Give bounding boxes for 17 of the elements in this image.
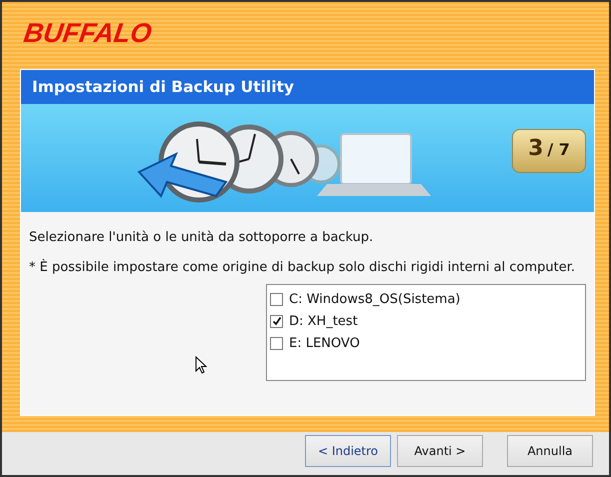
step-total: / 7 xyxy=(547,140,570,159)
step-number: 3 xyxy=(528,136,544,161)
checkbox[interactable] xyxy=(270,336,283,350)
drive-item[interactable]: D: XH_test xyxy=(270,310,358,332)
wizard-button[interactable]: Annulla xyxy=(507,434,593,466)
page-title: Impostazioni di Backup Utility xyxy=(32,78,294,96)
note-text: * È possibile impostare come origine di backup solo dischi rigidi interni al computer. xyxy=(29,260,576,275)
drive-list[interactable]: C: Windows8_OS(Sistema) D: XH_test E: LENOVO xyxy=(266,284,586,381)
drive-item[interactable]: C: Windows8_OS(Sistema) xyxy=(270,288,460,310)
drive-item[interactable]: E: LENOVO xyxy=(270,332,360,354)
instruction-text: Selezionare l'unità o le unità da sottoporre a backup. xyxy=(29,230,374,245)
wizard-button[interactable]: < Indietro xyxy=(305,434,391,466)
checkbox[interactable] xyxy=(270,314,283,328)
mouse-cursor-icon xyxy=(195,356,207,374)
brand-logo: BUFFALO xyxy=(22,18,154,48)
wizard-button[interactable]: Avanti > xyxy=(397,434,483,466)
checkbox[interactable] xyxy=(270,292,283,306)
